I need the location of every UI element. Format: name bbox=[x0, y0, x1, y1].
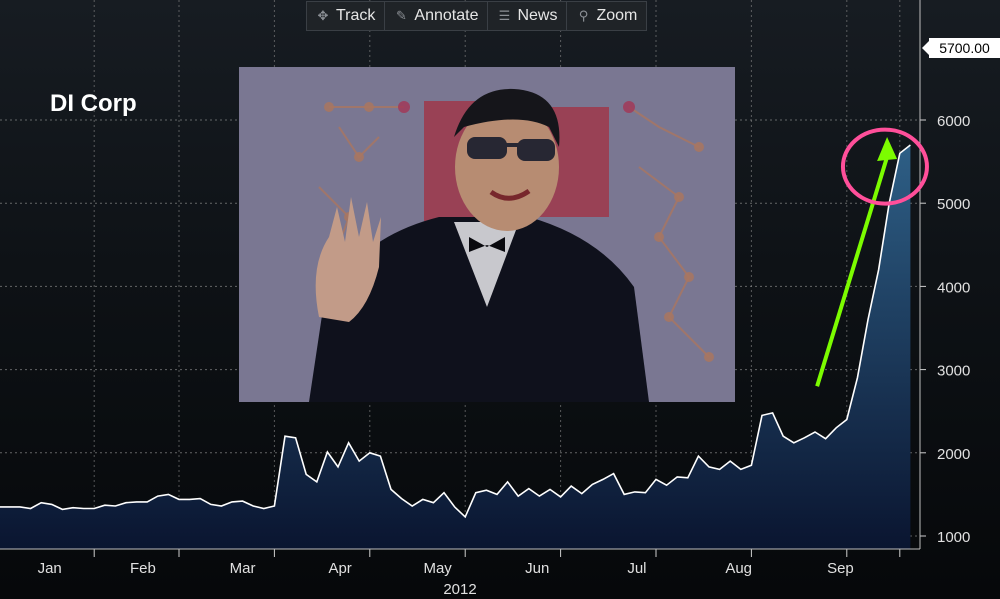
chart-toolbar: ✥ Track ✎ Annotate ☰ News ⚲ Zoom bbox=[306, 1, 648, 31]
x-tick-label: Sep bbox=[827, 560, 854, 577]
x-tick-label: Apr bbox=[328, 560, 351, 577]
x-tick-label: May bbox=[423, 560, 452, 577]
chart-title: DI Corp bbox=[50, 90, 137, 117]
x-tick-label: Jul bbox=[627, 560, 646, 577]
year-label: 2012 bbox=[443, 581, 476, 598]
x-tick-label: Jun bbox=[525, 560, 549, 577]
x-tick-label: Feb bbox=[130, 560, 156, 577]
celebrity-photo bbox=[239, 67, 735, 402]
y-tick-label: 5000 bbox=[937, 196, 970, 213]
y-tick-label: 3000 bbox=[937, 363, 970, 380]
y-tick-label: 4000 bbox=[937, 279, 970, 296]
magnifier-icon: ⚲ bbox=[578, 8, 589, 23]
x-tick-label: Aug bbox=[725, 560, 752, 577]
zoom-label: Zoom bbox=[596, 7, 638, 24]
news-button[interactable]: ☰ News bbox=[488, 2, 568, 30]
x-tick-label: Jan bbox=[38, 560, 62, 577]
x-tick-label: Mar bbox=[230, 560, 256, 577]
chart-stage: 1000 2000 3000 4000 5000 6000 Jan Feb Mar Apr May J… bbox=[0, 0, 1000, 599]
news-label: News bbox=[517, 7, 558, 24]
y-tick-label: 6000 bbox=[937, 113, 970, 130]
annotate-button[interactable]: ✎ Annotate bbox=[385, 2, 489, 30]
zoom-button[interactable]: ⚲ Zoom bbox=[567, 2, 646, 30]
pencil-icon: ✎ bbox=[395, 8, 407, 23]
news-icon: ☰ bbox=[498, 8, 511, 23]
track-label: Track bbox=[336, 7, 376, 24]
annotate-label: Annotate bbox=[414, 7, 479, 24]
crosshair-icon: ✥ bbox=[317, 8, 329, 23]
last-price-tag: 5700.00 bbox=[922, 38, 1000, 58]
y-tick-label: 1000 bbox=[937, 529, 970, 546]
trend-arrow-head bbox=[877, 136, 898, 161]
track-button[interactable]: ✥ Track bbox=[307, 2, 386, 30]
y-tick-label: 2000 bbox=[937, 446, 970, 463]
